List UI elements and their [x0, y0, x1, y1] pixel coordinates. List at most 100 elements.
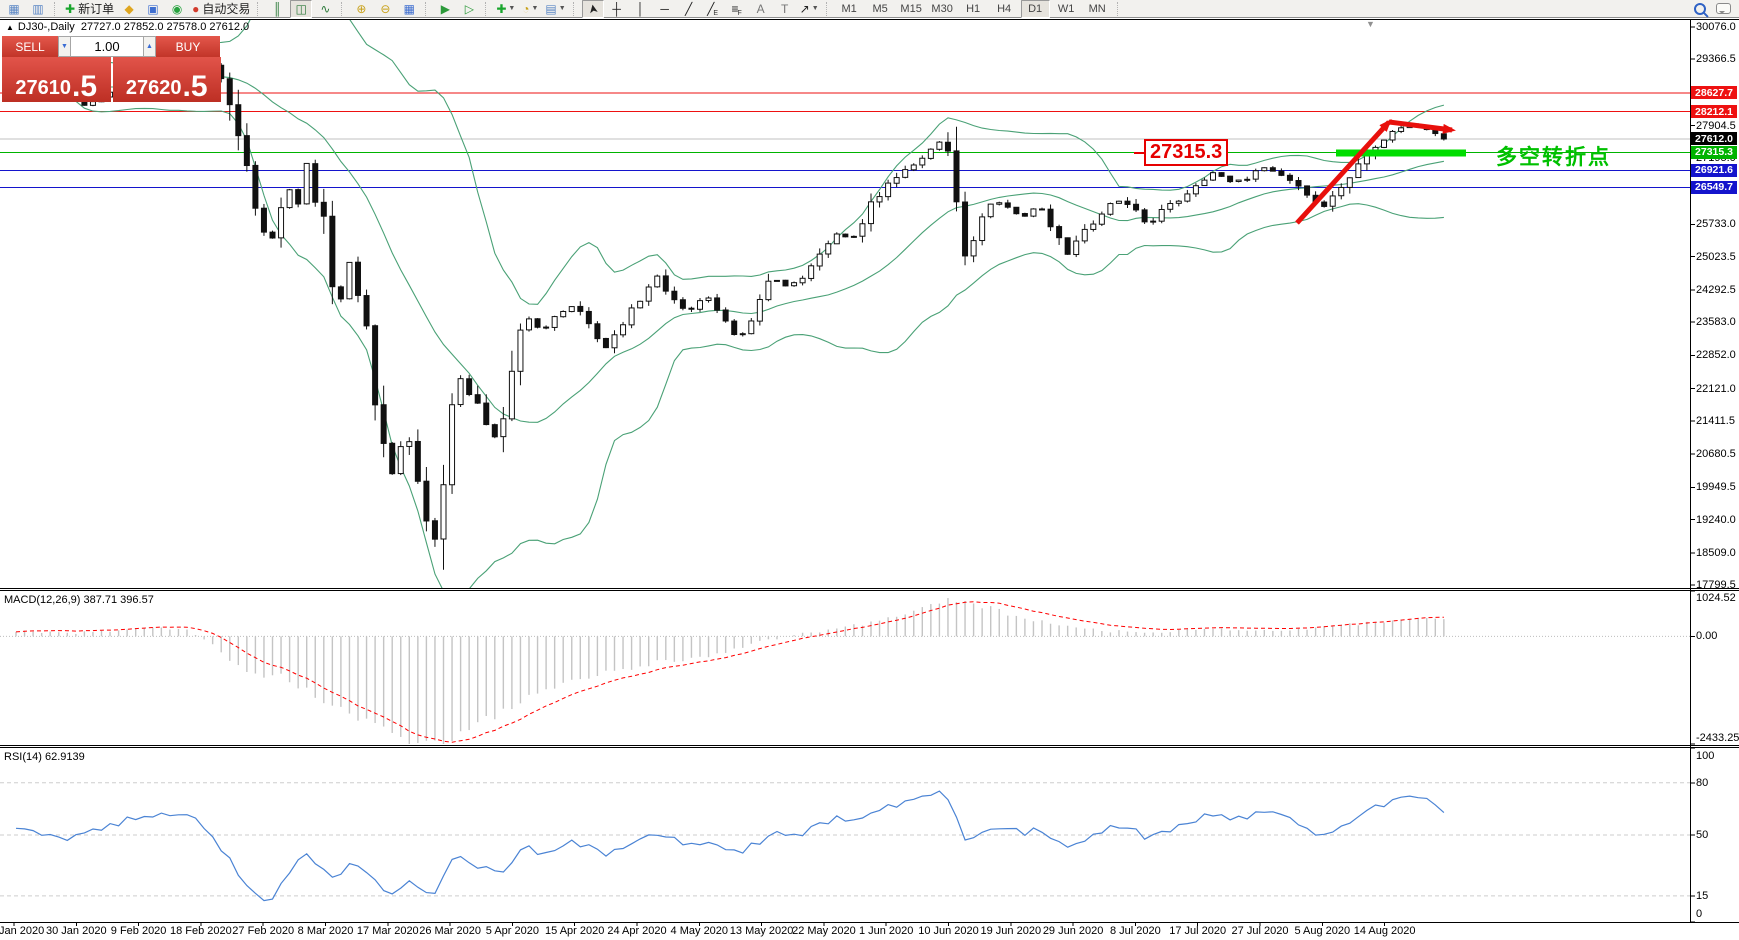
auto-scroll-icon[interactable]: ▶ [434, 0, 456, 18]
chart-title: ▲ DJ30-,Daily 27727.0 27852.0 27578.0 276… [6, 21, 249, 33]
timeframe-m15-button[interactable]: M15 [897, 0, 926, 18]
line-chart-icon: ∿ [320, 3, 330, 15]
signals-icon: ◉ [172, 3, 182, 15]
bar-chart-icon[interactable]: ║ [266, 0, 288, 18]
buy-button[interactable]: BUY [156, 36, 220, 57]
auto-trading-button-label: 自动交易 [202, 0, 250, 17]
sell-button[interactable]: SELL [2, 36, 58, 57]
chart-shift-marker-icon[interactable]: ▼ [1366, 19, 1375, 29]
text-icon[interactable]: A [750, 0, 772, 18]
templates-icon-dropdown[interactable]: ▼ [559, 5, 566, 12]
charts-window-icon: ▦ [8, 3, 19, 15]
timeframe-d1-button[interactable]: D1 [1021, 0, 1050, 18]
tile-windows-icon[interactable]: ▦ [398, 0, 420, 18]
chart-shift-icon[interactable]: ▷ [458, 0, 480, 18]
new-order-button: ✚ [65, 3, 75, 15]
zoom-in-icon: ⊕ [356, 3, 366, 15]
timeframe-m30-button[interactable]: M30 [928, 0, 957, 18]
timeframe-h4-button[interactable]: H4 [990, 0, 1019, 18]
price-callout-label[interactable]: 27315.3 [1144, 139, 1228, 166]
data-window-icon[interactable]: ▥ [27, 0, 49, 18]
text-icon: A [757, 3, 765, 15]
collapse-triangle-icon[interactable]: ▲ [6, 23, 14, 32]
objects-delete-icon[interactable]: ◆ [118, 0, 140, 18]
toolbar-separator [54, 2, 59, 16]
timeframe-m1-button[interactable]: M1 [835, 0, 864, 18]
volume-increase-button[interactable]: ▲ [143, 36, 156, 57]
zoom-out-icon: ⊖ [380, 3, 390, 15]
periods-icon: ◔ [522, 3, 529, 15]
cursor-icon[interactable]: ➤ [582, 0, 604, 18]
arrows-tool-icon: ↗ [800, 3, 810, 15]
zoom-in-icon[interactable]: ⊕ [350, 0, 372, 18]
fibonacci-icon-sub: F [737, 10, 741, 17]
buy-price-frac: .5 [183, 75, 208, 98]
sell-price-frac: .5 [72, 75, 97, 98]
main-toolbar: ▦▥✚新订单◆▣◉●自动交易║◫∿⊕⊖▦▶▷✚▼◔▼▤▼➤┼│─╱╱E≡FAT↗… [0, 0, 1739, 18]
chart-symbol-period: DJ30-,Daily [18, 21, 75, 33]
horizontal-line-icon: ─ [660, 3, 669, 15]
chart-shift-icon: ▷ [465, 3, 474, 15]
text-label-icon[interactable]: T [774, 0, 796, 18]
publish-chart-icon[interactable]: ▣ [142, 0, 164, 18]
chart-ohlc-values: 27727.0 27852.0 27578.0 27612.0 [81, 21, 249, 33]
chart-window: 30076.029366.527904.527195.026484.025733… [0, 0, 1739, 940]
cursor-icon: ➤ [586, 3, 600, 15]
timeframe-h1-button[interactable]: H1 [959, 0, 988, 18]
text-label-icon: T [781, 3, 788, 15]
toolbar-right-group [1694, 3, 1739, 15]
equidistant-channel-icon[interactable]: ╱E [702, 0, 724, 18]
chart-canvas[interactable] [0, 0, 1739, 940]
auto-trading-button: ● [192, 3, 199, 15]
new-order-button-label: 新订单 [78, 0, 114, 17]
horizontal-line-icon[interactable]: ─ [654, 0, 676, 18]
toolbar-separator [826, 2, 831, 16]
equidistant-channel-icon-sub: E [713, 10, 718, 17]
charts-window-icon[interactable]: ▦ [3, 0, 25, 18]
objects-delete-icon: ◆ [124, 3, 133, 15]
tile-windows-icon: ▦ [404, 3, 415, 15]
indicators-icon-dropdown[interactable]: ▼ [508, 5, 515, 12]
zoom-out-icon[interactable]: ⊖ [374, 0, 396, 18]
data-window-icon: ▥ [32, 3, 43, 15]
candlestick-chart-icon[interactable]: ◫ [290, 0, 312, 18]
trendline-icon[interactable]: ╱ [678, 0, 700, 18]
buy-price-button[interactable]: 27620 .5 [113, 57, 222, 102]
crosshair-icon[interactable]: ┼ [606, 0, 628, 18]
arrows-tool-icon[interactable]: ↗▼ [798, 0, 821, 18]
volume-input[interactable]: 1.00 [71, 36, 143, 57]
sell-price-button[interactable]: 27610 .5 [2, 57, 111, 102]
fibonacci-icon[interactable]: ≡F [726, 0, 748, 18]
chat-icon[interactable] [1716, 3, 1731, 14]
auto-scroll-icon: ▶ [441, 3, 450, 15]
sell-price-main: 27610 [15, 78, 71, 98]
crosshair-icon: ┼ [612, 3, 621, 15]
toolbar-separator [573, 2, 578, 16]
timeframe-w1-button[interactable]: W1 [1052, 0, 1081, 18]
timeframe-mn-button[interactable]: MN [1083, 0, 1112, 18]
timeframe-m5-button[interactable]: M5 [866, 0, 895, 18]
templates-icon: ▤ [545, 3, 556, 15]
line-chart-icon[interactable]: ∿ [314, 0, 336, 18]
indicators-icon: ✚ [496, 3, 506, 15]
periods-icon-dropdown[interactable]: ▼ [532, 5, 539, 12]
publish-chart-icon: ▣ [147, 3, 158, 15]
search-icon[interactable] [1694, 3, 1706, 15]
periods-icon[interactable]: ◔▼ [519, 0, 541, 18]
volume-decrease-button[interactable]: ▼ [58, 36, 71, 57]
toolbar-separator [1117, 2, 1122, 16]
toolbar-separator [257, 2, 262, 16]
bar-chart-icon: ║ [273, 3, 282, 15]
auto-trading-button[interactable]: ●自动交易 [190, 0, 252, 18]
trendline-icon: ╱ [685, 3, 692, 15]
toolbar-separator [425, 2, 430, 16]
templates-icon[interactable]: ▤▼ [543, 0, 567, 18]
signals-icon[interactable]: ◉ [166, 0, 188, 18]
vertical-line-icon: │ [637, 3, 645, 15]
turning-point-annotation[interactable]: 多空转折点 [1496, 141, 1611, 171]
vertical-line-icon[interactable]: │ [630, 0, 652, 18]
indicators-icon[interactable]: ✚▼ [494, 0, 517, 18]
arrows-tool-icon-dropdown[interactable]: ▼ [812, 5, 819, 12]
toolbar-separator [485, 2, 490, 16]
new-order-button[interactable]: ✚新订单 [63, 0, 116, 18]
